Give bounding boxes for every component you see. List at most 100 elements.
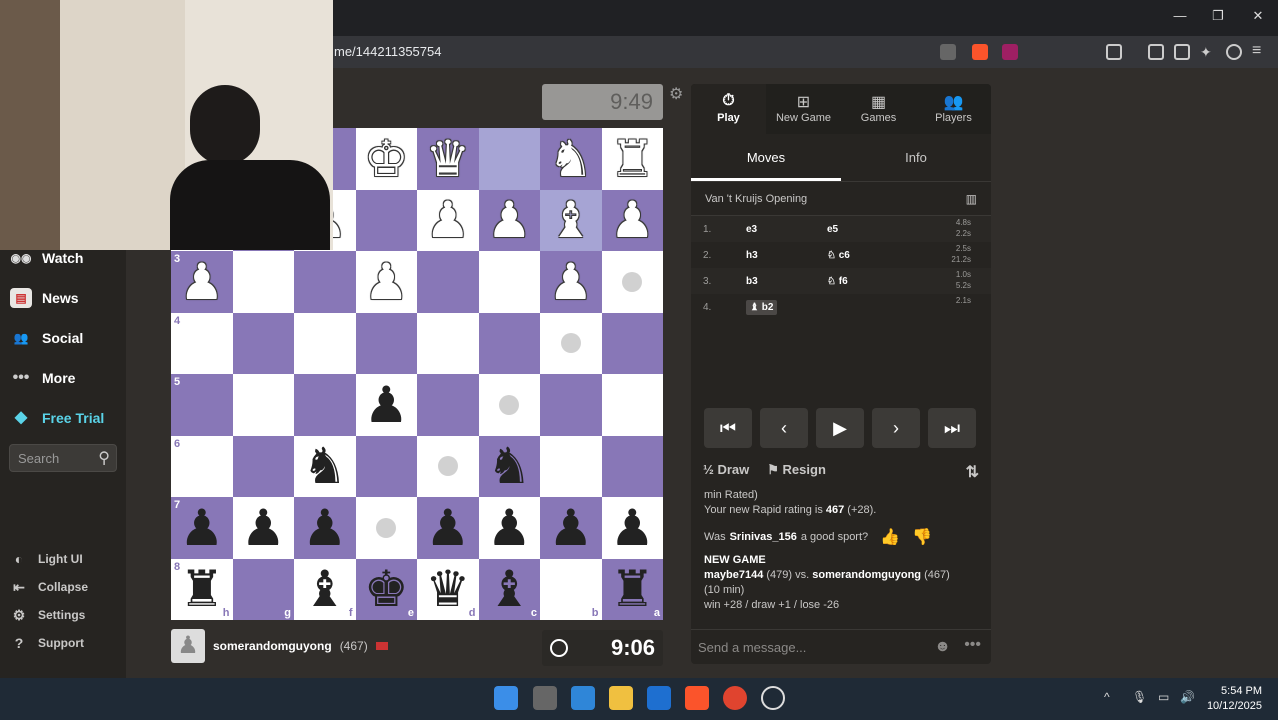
maximize-button[interactable]: ❐: [1208, 8, 1228, 28]
board-square[interactable]: 7 ♟: [171, 497, 233, 559]
support-button[interactable]: ? Support: [10, 632, 120, 654]
player2-name[interactable]: somerandomguyong: [812, 569, 921, 581]
black-rook-piece[interactable]: ♜: [179, 564, 224, 614]
security-icon[interactable]: [647, 686, 671, 710]
board-square[interactable]: [294, 251, 356, 313]
sidebar-toggle-icon[interactable]: [1148, 44, 1164, 60]
tab-moves[interactable]: Moves: [691, 134, 841, 181]
board-square[interactable]: [540, 312, 602, 374]
board-square[interactable]: [478, 374, 540, 436]
board-square[interactable]: ♟: [601, 497, 663, 559]
board-square[interactable]: [355, 435, 417, 497]
board-square[interactable]: ♞: [478, 435, 540, 497]
volume-icon[interactable]: 🔊: [1180, 690, 1195, 704]
board-square[interactable]: [355, 497, 417, 559]
board-square[interactable]: ♟: [540, 251, 602, 313]
board-square[interactable]: ♟: [232, 497, 294, 559]
board-square[interactable]: ♟: [417, 497, 479, 559]
white-pawn-piece[interactable]: ♟: [610, 195, 655, 245]
vpn-icon[interactable]: [1226, 44, 1242, 60]
board-square[interactable]: [417, 374, 479, 436]
white-bishop-piece[interactable]: ♝: [548, 195, 593, 245]
tray-overflow-icon[interactable]: ^: [1104, 690, 1110, 704]
menu-icon[interactable]: ≡: [1252, 43, 1268, 60]
board-square[interactable]: [601, 251, 663, 313]
board-square[interactable]: [601, 435, 663, 497]
white-pawn-piece[interactable]: ♟: [425, 195, 470, 245]
board-square[interactable]: 5: [171, 374, 233, 436]
board-square[interactable]: [478, 128, 540, 190]
next-move-button[interactable]: ›: [872, 408, 920, 448]
network-icon[interactable]: ▭: [1158, 690, 1169, 704]
board-square[interactable]: d ♛: [417, 558, 479, 620]
board-square[interactable]: [232, 435, 294, 497]
black-knight-piece[interactable]: ♞: [487, 441, 532, 491]
board-square[interactable]: e ♚: [355, 558, 417, 620]
board-square[interactable]: [417, 435, 479, 497]
white-queen-piece[interactable]: ♛: [425, 134, 470, 184]
board-square[interactable]: [417, 312, 479, 374]
store-icon[interactable]: [571, 686, 595, 710]
opponent-name[interactable]: Srinivas_156: [730, 530, 797, 545]
white-move[interactable]: e3: [746, 224, 757, 235]
board-square[interactable]: 4: [171, 312, 233, 374]
board-square[interactable]: ♜: [601, 128, 663, 190]
black-pawn-piece[interactable]: ♟: [425, 503, 470, 553]
board-square[interactable]: [478, 251, 540, 313]
board-square[interactable]: ♝: [540, 189, 602, 251]
board-square[interactable]: [601, 312, 663, 374]
black-bishop-piece[interactable]: ♝: [487, 564, 532, 614]
board-square[interactable]: [417, 251, 479, 313]
start-icon[interactable]: [494, 686, 518, 710]
reader-icon[interactable]: [1106, 44, 1122, 60]
board-square[interactable]: [540, 435, 602, 497]
white-move[interactable]: h3: [746, 250, 758, 261]
white-rook-piece[interactable]: ♜: [610, 134, 655, 184]
white-move[interactable]: ♝ b2: [746, 299, 778, 315]
board-square[interactable]: ♟: [355, 251, 417, 313]
white-pawn-piece[interactable]: ♟: [487, 195, 532, 245]
board-square[interactable]: [601, 374, 663, 436]
chrome-icon[interactable]: [723, 686, 747, 710]
board-square[interactable]: [478, 312, 540, 374]
board-square[interactable]: [355, 312, 417, 374]
board-square[interactable]: [294, 374, 356, 436]
board-square[interactable]: g: [232, 558, 294, 620]
tab-info[interactable]: Info: [841, 134, 991, 181]
minimize-button[interactable]: —: [1170, 8, 1190, 28]
light-ui-button[interactable]: ◐ Light UI: [10, 548, 120, 570]
emoji-icon[interactable]: ☻: [934, 638, 951, 656]
black-queen-piece[interactable]: ♛: [425, 564, 470, 614]
nav-free-trial[interactable]: ◆ Free Trial: [10, 403, 120, 433]
black-pawn-piece[interactable]: ♟: [241, 503, 286, 553]
board-square[interactable]: ♟: [478, 189, 540, 251]
board-square[interactable]: ♞: [294, 435, 356, 497]
opening-label[interactable]: Van 't Kruijs Opening: [705, 193, 807, 205]
brave-shield-icon[interactable]: [972, 44, 988, 60]
board-square[interactable]: 3 ♟: [171, 251, 233, 313]
board-square[interactable]: f ♝: [294, 558, 356, 620]
board-square[interactable]: ♟: [294, 497, 356, 559]
collapse-button[interactable]: ⇤ Collapse: [10, 576, 120, 598]
board-square[interactable]: 6: [171, 435, 233, 497]
close-button[interactable]: ✕: [1248, 8, 1268, 28]
file-explorer-icon[interactable]: [609, 686, 633, 710]
player1-name[interactable]: maybe7144: [704, 569, 763, 581]
tab-games[interactable]: ▦ Games: [841, 84, 916, 134]
black-move[interactable]: ♘ f6: [819, 276, 907, 287]
brave-icon[interactable]: [685, 686, 709, 710]
black-move[interactable]: e5: [819, 224, 907, 235]
task-view-icon[interactable]: [533, 686, 557, 710]
clipboard-icon[interactable]: ▥: [966, 192, 977, 206]
move-hint-dot[interactable]: [560, 333, 581, 354]
leo-icon[interactable]: ✦: [1200, 44, 1216, 60]
flip-board-icon[interactable]: ⇅: [966, 462, 979, 482]
black-rook-piece[interactable]: ♜: [610, 564, 655, 614]
white-king-piece[interactable]: ♚: [364, 134, 409, 184]
brave-rewards-icon[interactable]: [1002, 44, 1018, 60]
black-pawn-piece[interactable]: ♟: [364, 380, 409, 430]
board-square[interactable]: ♟: [601, 189, 663, 251]
board-square[interactable]: [294, 312, 356, 374]
move-hint-dot[interactable]: [499, 394, 520, 415]
thumbs-up-icon[interactable]: 👍: [880, 530, 900, 546]
